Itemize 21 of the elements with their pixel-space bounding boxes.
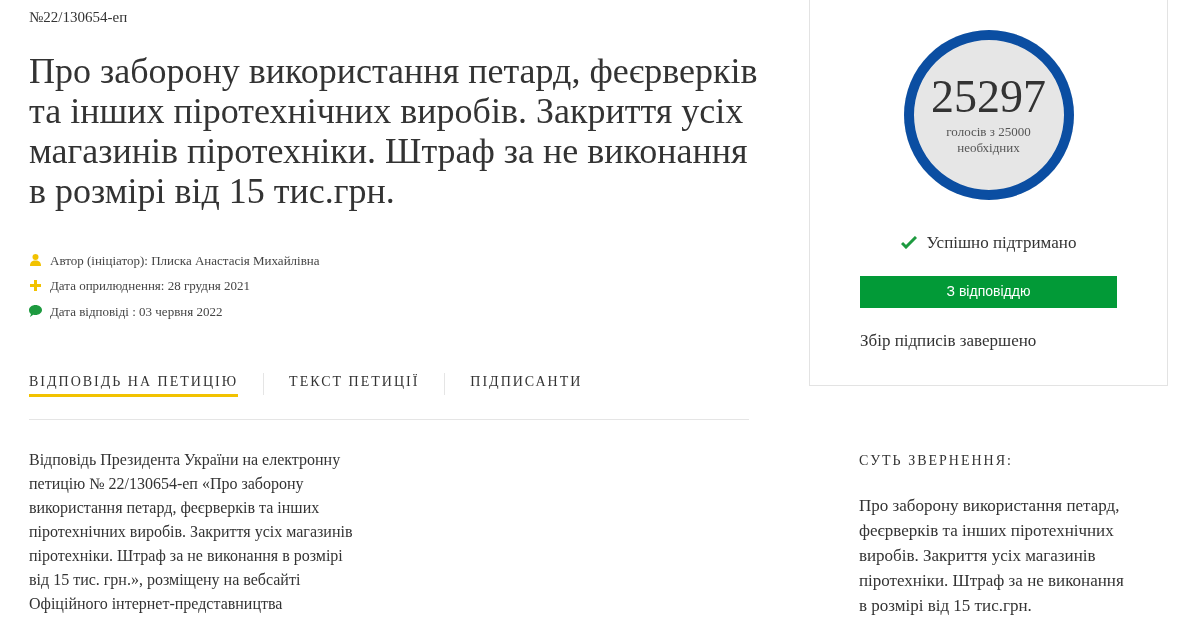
status-text: Успішно підтримано xyxy=(926,232,1077,254)
tab[interactable]: ПІДПИСАНТИ xyxy=(470,371,583,397)
meta-text: Дата відповіді : 03 червня 2022 xyxy=(50,302,223,321)
tab[interactable]: ВІДПОВІДЬ НА ПЕТИЦІЮ xyxy=(29,371,239,397)
plus-icon xyxy=(30,280,41,292)
check-icon xyxy=(900,236,917,250)
summary-heading: СУТЬ ЗВЕРНЕННЯ: xyxy=(859,452,1013,470)
answer-text: Відповідь Президента України на електронну петицію № 22/130654-еп «Про заборону використання петард, феєрверків та інших піротехнічних виробів. Закриття усіх магазинів піротехніки. Штраф за не виконання в розмірі від 15 тис. грн.», розміщену на вебсайті Офіційного інтернет-представництва xyxy=(29,450,354,615)
chat-icon xyxy=(29,305,42,318)
vote-caption: голосів з 25000 xyxy=(946,124,1031,140)
meta-text: Дата оприлюднення: 28 грудня 2021 xyxy=(50,277,251,295)
petition-number: №22/130654-еп xyxy=(29,8,128,27)
vote-caption: необхідних xyxy=(957,140,1020,156)
meta-text: Автор (ініціатор): Плиска Анастасія Михайлівна xyxy=(50,251,320,270)
vote-count: 25297 xyxy=(931,74,1046,120)
summary-text: Про заборону використання петард, феєрверків та інших піротехнічних виробів. Закриття усіх магазинів піротехніки. Штраф за не виконання в розмірі від 15 тис.грн. xyxy=(859,495,1125,617)
petition-title: Про заборону використання петард, феєрверків та інших піротехнічних виробів. Закриття усіх магазинів піротехніки. Штраф за не виконання в розмірі від 15 тис.грн. xyxy=(29,50,759,211)
tab[interactable]: ТЕКСТ ПЕТИЦІЇ xyxy=(289,371,420,397)
person-icon xyxy=(30,254,41,267)
answered-button[interactable]: З відповіддю xyxy=(860,275,1117,308)
collection-status: Збір підписів завершено xyxy=(860,329,1037,352)
